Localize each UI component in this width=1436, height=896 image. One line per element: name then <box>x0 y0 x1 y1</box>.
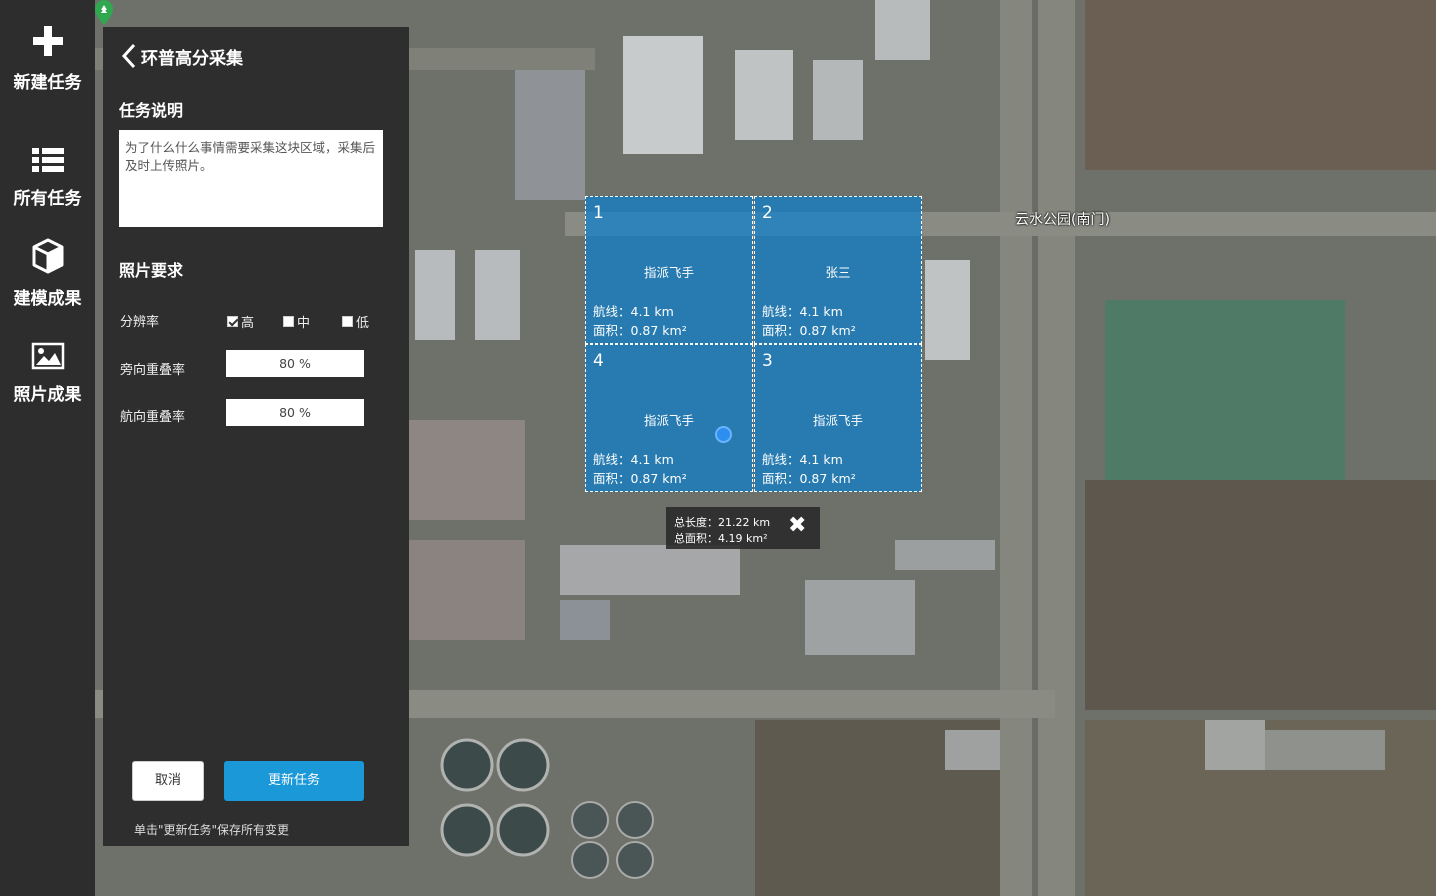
assign-pilot-link[interactable]: 指派飞手 <box>586 262 752 281</box>
side-overlap-label: 旁向重叠率 <box>120 363 186 378</box>
poi-label[interactable]: 云水公园(南门) <box>1015 209 1110 229</box>
cell-number: 2 <box>762 203 773 223</box>
total-area: 总面积：4.19 km² <box>674 532 768 545</box>
close-icon[interactable]: ✖ <box>788 513 806 538</box>
grid-cell-4[interactable]: 4 指派飞手 航线：4.1 km 面积：0.87 km² <box>585 344 753 492</box>
task-description-textarea[interactable]: 为了什么什么事情需要采集这块区域，采集后及时上传照片。 <box>119 130 383 227</box>
checkbox-unchecked[interactable] <box>342 316 353 327</box>
resolution-medium-checkbox[interactable]: 中 <box>283 312 310 331</box>
back-chevron-icon[interactable] <box>121 43 137 69</box>
total-length: 总长度：21.22 km <box>674 516 771 529</box>
route-length: 航线：4.1 km <box>762 452 843 467</box>
side-overlap-input[interactable]: 80 % <box>226 350 364 377</box>
assigned-pilot-name[interactable]: 张三 <box>755 262 921 281</box>
grid-cell-3[interactable]: 3 指派飞手 航线：4.1 km 面积：0.87 km² <box>754 344 922 492</box>
nav-label: 建模成果 <box>13 289 82 309</box>
forward-overlap-input[interactable]: 80 % <box>226 399 364 426</box>
plus-icon <box>32 26 63 56</box>
option-label: 中 <box>297 316 311 331</box>
cell-area: 面积：0.87 km² <box>762 323 856 338</box>
image-icon <box>31 342 64 370</box>
photo-section-title: 照片要求 <box>119 261 184 280</box>
list-icon <box>31 148 64 172</box>
route-length: 航线：4.1 km <box>762 304 843 319</box>
nav-new-task[interactable]: 新建任务 <box>0 24 95 93</box>
total-summary-box: 总长度：21.22 km 总面积：4.19 km² ✖ <box>666 507 820 549</box>
nav-all-tasks[interactable]: 所有任务 <box>0 146 95 209</box>
checkbox-checked[interactable] <box>227 316 238 327</box>
assign-pilot-link[interactable]: 指派飞手 <box>755 410 921 429</box>
cell-number: 1 <box>593 203 604 223</box>
cell-area: 面积：0.87 km² <box>593 471 687 486</box>
save-hint: 单击"更新任务"保存所有变更 <box>134 823 290 837</box>
nav-label: 所有任务 <box>13 189 82 209</box>
drag-handle-marker[interactable] <box>715 426 732 443</box>
resolution-high-checkbox[interactable]: 高 <box>227 312 254 331</box>
resolution-label: 分辨率 <box>120 315 160 330</box>
grid-cell-1[interactable]: 1 指派飞手 航线：4.1 km 面积：0.87 km² <box>585 196 753 344</box>
panel-title: 环普高分采集 <box>141 48 243 69</box>
cell-number: 4 <box>593 351 604 371</box>
nav-label: 照片成果 <box>13 385 82 405</box>
task-panel: 环普高分采集 任务说明 为了什么什么事情需要采集这块区域，采集后及时上传照片。 … <box>103 27 409 846</box>
panel-header[interactable]: 环普高分采集 <box>121 43 243 69</box>
route-length: 航线：4.1 km <box>593 304 674 319</box>
cancel-button[interactable]: 取消 <box>132 761 204 801</box>
cell-area: 面积：0.87 km² <box>593 323 687 338</box>
left-nav: 新建任务 所有任务 建模成果 照片成果 <box>0 0 95 896</box>
forward-overlap-label: 航向重叠率 <box>120 410 186 425</box>
option-label: 高 <box>241 316 255 331</box>
route-length: 航线：4.1 km <box>593 452 674 467</box>
option-label: 低 <box>356 316 370 331</box>
update-task-button[interactable]: 更新任务 <box>224 761 364 801</box>
nav-model-results[interactable]: 建模成果 <box>0 238 95 309</box>
checkbox-unchecked[interactable] <box>283 316 294 327</box>
resolution-low-checkbox[interactable]: 低 <box>342 312 369 331</box>
grid-cell-2[interactable]: 2 张三 航线：4.1 km 面积：0.87 km² <box>754 196 922 344</box>
cell-number: 3 <box>762 351 773 371</box>
nav-photo-results[interactable]: 照片成果 <box>0 342 95 405</box>
cube-icon <box>32 238 63 274</box>
desc-section-title: 任务说明 <box>119 101 184 120</box>
location-pin-icon[interactable] <box>95 0 113 25</box>
cell-area: 面积：0.87 km² <box>762 471 856 486</box>
nav-label: 新建任务 <box>13 73 82 93</box>
